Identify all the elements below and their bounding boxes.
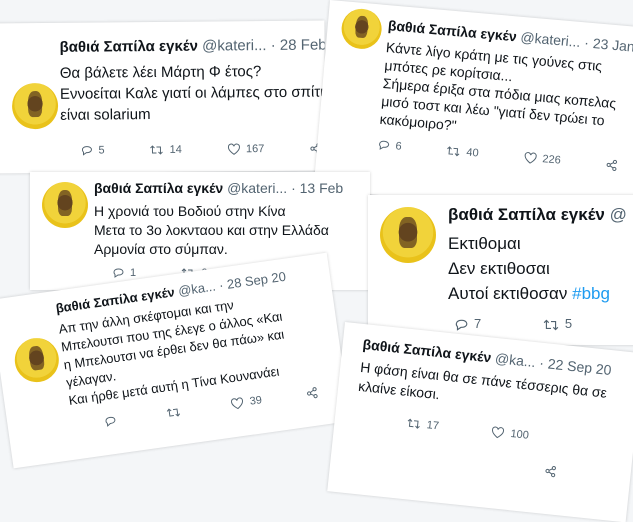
retweet-icon [166, 408, 181, 417]
share-button[interactable] [306, 385, 326, 399]
reply-icon [379, 140, 390, 150]
avatar[interactable] [339, 7, 384, 51]
reply-count: 1 [130, 267, 137, 279]
tweet-card[interactable]: βαθιά Σαπίλα εγκέν @ka... · 22 Sep 20 Η … [327, 322, 633, 522]
tweet-actions: 5 14 167 [80, 142, 325, 157]
share-icon [606, 159, 617, 172]
tweet-text: Η χρονιά του Βοδιού στην Κίνα Μετα το 3ο… [94, 202, 329, 259]
timestamp[interactable]: · 22 Sep 20 [539, 355, 613, 378]
handle[interactable]: @kateri... [227, 180, 287, 196]
display-name[interactable]: βαθιά Σαπίλα εγκέν [59, 38, 198, 56]
tweet-header: βαθιά Σαπίλα εγκέν @kateri... · 28 Feb [59, 37, 325, 56]
retweet-count: 14 [169, 143, 182, 156]
handle[interactable]: @ka... [494, 350, 536, 370]
like-count: 167 [245, 143, 265, 156]
tweet-text: Εκτιθομαι Δεν εκτιθοσαι Αυτοί εκτιθοσαν … [448, 231, 610, 306]
retweet-icon [447, 146, 460, 157]
tweet-line: Αρμονία στο σύμπαν. [94, 241, 228, 257]
tweet-card[interactable]: βαθιά Σαπίλα εγκέν @ Εκτιθομαι Δεν εκτιθ… [368, 195, 633, 345]
retweet-count [186, 405, 188, 417]
tweet-line: Εννοείται Καλε γιατί οι λάμπες στο σπίτι [59, 83, 324, 103]
heart-icon [227, 143, 240, 156]
handle[interactable]: @kateri... [202, 37, 267, 55]
tweet-line: είναι solarium [60, 106, 151, 124]
share-button[interactable] [605, 159, 624, 173]
reply-count: 7 [474, 316, 482, 331]
tweet-line: Δεν εκτιθοσαι [448, 259, 550, 278]
retweet-icon [543, 319, 559, 330]
avatar[interactable] [42, 182, 88, 228]
timestamp[interactable]: · 28 Feb [271, 37, 326, 54]
retweet-icon [407, 418, 420, 429]
tweet-card[interactable]: βαθιά Σαπίλα εγκέν @kateri... · 28 Feb Θ… [0, 20, 326, 174]
heart-icon [524, 152, 537, 164]
like-count: 226 [541, 153, 562, 167]
like-button[interactable]: 100 [491, 426, 529, 442]
heart-icon [231, 397, 244, 410]
avatar[interactable] [380, 207, 436, 263]
reply-button[interactable]: 1 [112, 267, 136, 279]
tweet-line: Η χρονιά του Βοδιού στην Κίνα [94, 203, 286, 219]
display-name[interactable]: βαθιά Σαπίλα εγκέν [448, 205, 605, 224]
retweet-count: 17 [426, 419, 440, 433]
retweet-icon [150, 145, 164, 155]
handle[interactable]: @ka... [177, 279, 216, 299]
tweet-header: βαθιά Σαπίλα εγκέν @kateri... · 13 Feb [94, 180, 343, 196]
tweet-header: βαθιά Σαπίλα εγκέν @ [448, 205, 627, 225]
retweet-button[interactable]: 5 [543, 316, 572, 332]
retweet-button[interactable] [166, 405, 187, 420]
like-count: 100 [509, 427, 530, 442]
reply-button[interactable]: 6 [377, 139, 402, 153]
tweet-actions: 7 5 [454, 316, 633, 332]
retweet-button[interactable]: 17 [406, 417, 439, 432]
like-button[interactable]: 167 [227, 143, 264, 155]
hashtag-link[interactable]: #bbg [572, 284, 610, 303]
reply-icon [455, 319, 468, 331]
share-icon [545, 466, 556, 478]
retweet-count: 40 [465, 146, 480, 160]
reply-count: 5 [98, 144, 105, 157]
tweet-line: Εκτιθομαι [448, 234, 521, 253]
display-name[interactable]: βαθιά Σαπίλα εγκέν [94, 180, 223, 196]
reply-icon [105, 416, 116, 427]
retweet-button[interactable]: 14 [150, 144, 182, 156]
avatar[interactable] [11, 82, 59, 130]
tweet-line: Θα βάλετε λέει Μάρτη Φ έτος? [59, 63, 262, 82]
retweet-button[interactable]: 40 [446, 145, 479, 160]
tweet-text: Θα βάλετε λέει Μάρτη Φ έτος? Εννοείται Κ… [60, 61, 324, 126]
like-button[interactable]: 39 [230, 394, 263, 410]
tweet-line: Μετα το 3ο λοκνταου και στην Ελλάδα [94, 222, 329, 238]
timestamp[interactable]: · 13 Feb [291, 180, 343, 196]
heart-icon [492, 426, 505, 439]
reply-button[interactable] [103, 414, 123, 428]
tweet-line-text: Αυτοί εκτιθοσαν [448, 284, 568, 303]
share-icon [307, 387, 319, 399]
reply-button[interactable]: 5 [80, 144, 105, 157]
tweet-line: Αυτοί εκτιθοσαν #bbg [448, 281, 610, 306]
avatar[interactable] [11, 335, 62, 385]
handle[interactable]: @ [610, 205, 627, 224]
reply-count: 6 [394, 140, 403, 153]
reply-count [121, 414, 123, 426]
reply-icon [113, 268, 124, 279]
reply-icon [81, 146, 92, 156]
timestamp[interactable]: · 23 Jan [584, 34, 633, 54]
reply-button[interactable]: 7 [454, 316, 481, 332]
handle[interactable]: @kateri... [520, 29, 581, 50]
like-button[interactable]: 226 [523, 151, 562, 167]
tweet-actions: 17 100 [406, 417, 571, 446]
tweet-text: Κάντε λίγο κράτη με τις γούνες στις μπότ… [379, 38, 620, 148]
retweet-count: 5 [564, 316, 573, 331]
like-count: 39 [248, 394, 263, 408]
